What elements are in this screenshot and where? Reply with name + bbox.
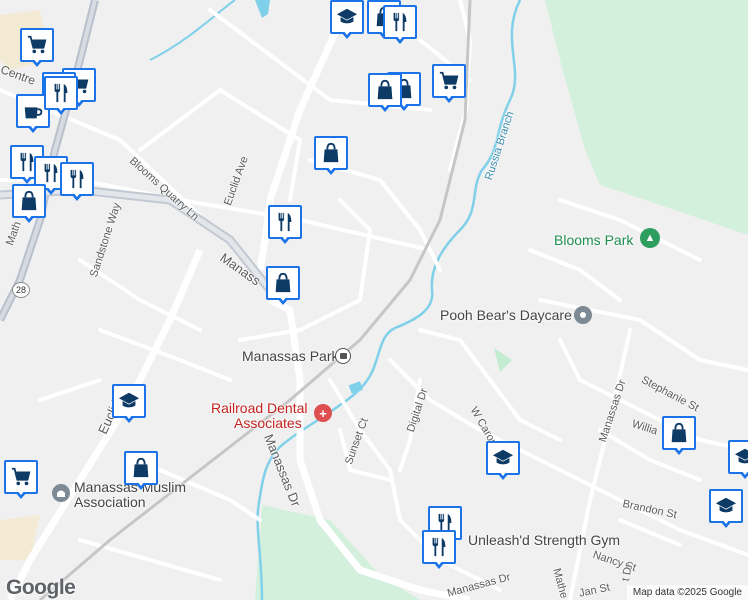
- map-marker[interactable]: [44, 76, 78, 115]
- map-marker[interactable]: [20, 28, 54, 67]
- mosque-icon[interactable]: [52, 484, 70, 502]
- map-marker[interactable]: [422, 530, 456, 569]
- map-marker[interactable]: [709, 489, 743, 528]
- map-marker[interactable]: [12, 184, 46, 223]
- restaurant-icon: [383, 5, 417, 39]
- marker-pointer: [673, 446, 685, 455]
- marker-pointer: [135, 481, 147, 490]
- shopping-bag-icon: [662, 416, 696, 450]
- school-icon: [112, 384, 146, 418]
- marker-pointer: [720, 519, 732, 528]
- daycare-icon[interactable]: [574, 306, 592, 324]
- marker-pointer: [123, 414, 135, 423]
- school-icon: [728, 440, 748, 474]
- map-marker[interactable]: [368, 73, 402, 112]
- marker-pointer: [27, 124, 39, 133]
- marker-pointer: [394, 35, 406, 44]
- marker-pointer: [497, 471, 509, 480]
- map-marker[interactable]: [432, 64, 466, 103]
- map-marker[interactable]: [314, 136, 348, 175]
- map-marker[interactable]: [266, 266, 300, 305]
- map-marker[interactable]: [662, 416, 696, 455]
- school-icon: [330, 0, 364, 34]
- marker-pointer: [433, 560, 445, 569]
- marker-pointer: [279, 235, 291, 244]
- map-marker[interactable]: [383, 5, 417, 44]
- poi-manassas-park[interactable]: Manassas Park: [242, 348, 338, 364]
- park-icon[interactable]: ▲: [640, 228, 660, 248]
- poi-railroad-dental-line2[interactable]: Associates: [234, 415, 302, 431]
- map-marker[interactable]: [4, 460, 38, 499]
- poi-muslim-assoc-line2[interactable]: Association: [74, 494, 146, 510]
- poi-railroad-dental-line1[interactable]: Railroad Dental: [211, 400, 308, 416]
- map-marker[interactable]: [728, 440, 748, 479]
- school-icon: [709, 489, 743, 523]
- poi-strength-gym[interactable]: Unleash'd Strength Gym: [468, 532, 620, 548]
- marker-pointer: [325, 166, 337, 175]
- restaurant-icon: [44, 76, 78, 110]
- map-attribution[interactable]: Map data ©2025 Google: [626, 585, 748, 600]
- marker-pointer: [379, 103, 391, 112]
- shopping-bag-icon: [12, 184, 46, 218]
- map-marker[interactable]: [112, 384, 146, 423]
- google-logo: Google: [6, 576, 76, 599]
- marker-pointer: [443, 94, 455, 103]
- marker-pointer: [277, 296, 289, 305]
- route-28-shield: 28: [12, 282, 30, 298]
- shopping-cart-icon: [20, 28, 54, 62]
- marker-pointer: [15, 490, 27, 499]
- marker-pointer: [71, 192, 83, 201]
- marker-pointer: [21, 175, 33, 184]
- poi-blooms-park[interactable]: Blooms Park: [554, 232, 633, 248]
- train-station-icon[interactable]: [335, 348, 351, 364]
- map-marker[interactable]: [60, 162, 94, 201]
- marker-pointer: [55, 106, 67, 115]
- restaurant-icon: [422, 530, 456, 564]
- shopping-cart-icon: [4, 460, 38, 494]
- map-marker[interactable]: [330, 0, 364, 39]
- shopping-bag-icon: [266, 266, 300, 300]
- marker-pointer: [341, 30, 353, 39]
- school-icon: [486, 441, 520, 475]
- medical-icon[interactable]: +: [314, 404, 332, 422]
- shopping-bag-icon: [124, 451, 158, 485]
- shopping-bag-icon: [368, 73, 402, 107]
- restaurant-icon: [60, 162, 94, 196]
- marker-pointer: [45, 186, 57, 195]
- map-marker[interactable]: [268, 205, 302, 244]
- map-marker[interactable]: [124, 451, 158, 490]
- poi-pooh-bear[interactable]: Pooh Bear's Daycare: [440, 307, 572, 323]
- map-marker[interactable]: [486, 441, 520, 480]
- marker-pointer: [23, 214, 35, 223]
- marker-pointer: [739, 470, 748, 479]
- marker-pointer: [31, 58, 43, 67]
- shopping-cart-icon: [432, 64, 466, 98]
- restaurant-icon: [268, 205, 302, 239]
- shopping-bag-icon: [314, 136, 348, 170]
